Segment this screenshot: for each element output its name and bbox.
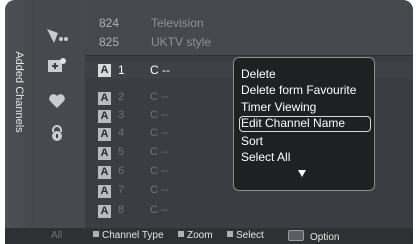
channel-number: 7 <box>118 184 125 196</box>
channel-name: C -- <box>150 204 169 216</box>
channel-number: 6 <box>118 165 125 177</box>
channel-name: C -- <box>150 127 169 139</box>
recent-row[interactable]: 824 Television <box>85 16 413 34</box>
antenna-icon[interactable] <box>43 26 71 46</box>
analog-badge: A <box>98 185 111 198</box>
menu-item-timer-viewing[interactable]: Timer Viewing <box>241 100 316 114</box>
blue-button-icon <box>93 231 99 237</box>
menu-item-delete[interactable]: Delete <box>241 67 276 81</box>
channel-number: 824 <box>99 16 120 30</box>
enter-button-icon <box>227 231 233 237</box>
add-channel-icon[interactable] <box>43 56 71 76</box>
icon-column <box>33 0 85 228</box>
tools-button-icon <box>288 230 304 241</box>
analog-badge: A <box>98 64 111 77</box>
menu-item-edit-channel-name[interactable]: Edit Channel Name <box>241 116 345 130</box>
channel-number: 3 <box>118 109 125 121</box>
menu-item-select-all[interactable]: Select All <box>241 150 290 164</box>
channel-number: 8 <box>118 204 125 216</box>
channel-type-hint[interactable]: Channel Type <box>93 230 164 241</box>
channel-list-screen: Added Channels 824 Television 825 UKTV s… <box>5 0 413 244</box>
channel-name: C -- <box>150 184 169 196</box>
channel-name: Television <box>151 16 204 30</box>
channel-number: 4 <box>118 127 125 139</box>
channel-number: 2 <box>118 91 125 103</box>
yellow-button-icon <box>178 231 184 237</box>
channel-name: C -- <box>150 91 169 103</box>
option-hint[interactable]: Option <box>288 230 339 243</box>
tools-popup-menu: Delete Delete form Favourite Timer Viewi… <box>233 57 375 191</box>
channel-name: C -- <box>150 63 170 77</box>
analog-badge: A <box>98 128 111 141</box>
added-channels-tab[interactable]: Added Channels <box>5 0 34 228</box>
channel-name: UKTV style <box>151 35 212 49</box>
option-label: Option <box>310 232 340 243</box>
menu-item-delete-from-favourite[interactable]: Delete form Favourite <box>241 83 356 97</box>
select-label: Select <box>236 230 264 241</box>
channel-type-label: Channel Type <box>102 230 164 241</box>
select-hint[interactable]: Select <box>227 230 264 241</box>
all-label[interactable]: All <box>51 230 62 241</box>
bottom-help-bar: All Channel Type Zoom Select Option <box>5 228 413 244</box>
channel-name: C -- <box>150 146 169 158</box>
channel-row[interactable]: A 8 C -- <box>85 203 413 220</box>
analog-badge: A <box>98 205 111 218</box>
channel-number: 1 <box>118 63 125 77</box>
channel-number: 5 <box>118 146 125 158</box>
analog-badge: A <box>98 166 111 179</box>
channel-name: C -- <box>150 165 169 177</box>
divider <box>85 55 413 56</box>
zoom-hint[interactable]: Zoom <box>178 230 213 241</box>
zoom-label: Zoom <box>187 230 213 241</box>
lock-icon[interactable] <box>43 123 71 143</box>
analog-badge: A <box>98 147 111 160</box>
favourite-heart-icon[interactable] <box>43 91 71 111</box>
analog-badge: A <box>98 92 111 105</box>
scroll-down-arrow-icon[interactable] <box>298 170 306 177</box>
side-tab-label: Added Channels <box>13 51 25 133</box>
menu-item-sort[interactable]: Sort <box>241 134 263 148</box>
recent-row[interactable]: 825 UKTV style <box>85 35 413 53</box>
channel-name: C -- <box>150 109 169 121</box>
analog-badge: A <box>98 110 111 123</box>
channel-number: 825 <box>99 35 120 49</box>
